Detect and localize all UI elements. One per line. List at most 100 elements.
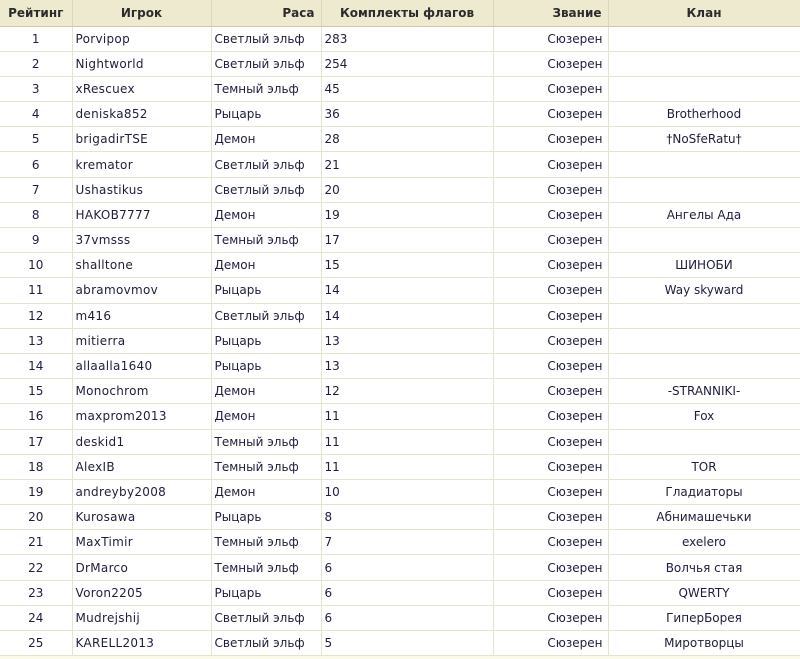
column-header-player[interactable]: Игрок — [72, 0, 212, 27]
player-name-link[interactable]: deskid1 — [72, 429, 212, 455]
table-row: 22 DrMarco Темный эльф 6 Сюзерен Волчья … — [0, 554, 800, 581]
column-header-title[interactable]: Звание — [493, 0, 609, 27]
race-cell: Светлый эльф — [211, 51, 322, 77]
player-name-link[interactable]: AlexIB — [72, 454, 212, 480]
clan-link[interactable] — [608, 429, 800, 455]
clan-link[interactable]: Brotherhood — [608, 101, 800, 128]
player-name-link[interactable]: xRescuex — [72, 76, 212, 103]
player-name-link[interactable]: m416 — [72, 303, 212, 329]
player-name-link[interactable]: 37vmsss — [72, 227, 212, 254]
clan-link[interactable]: ШИНОБИ — [608, 252, 800, 279]
rank-cell: 14 — [0, 353, 73, 380]
flags-count-cell: 13 — [321, 328, 494, 354]
player-name-link[interactable]: allaalla1640 — [72, 353, 212, 380]
table-row: 1 Porvipop Светлый эльф 283 Сюзерен — [0, 26, 800, 52]
rank-cell: 23 — [0, 580, 73, 606]
player-name-link[interactable]: DrMarco — [72, 554, 212, 581]
flags-count-cell: 12 — [321, 378, 494, 405]
player-name-link[interactable]: HAKOB7777 — [72, 202, 212, 229]
clan-link[interactable]: Гладиаторы — [608, 479, 800, 506]
player-name-link[interactable]: Monochrom — [72, 378, 212, 405]
player-name-link[interactable]: Mudrejshij — [72, 605, 212, 632]
title-cell: Сюзерен — [493, 227, 609, 254]
clan-link[interactable]: Волчья стая — [608, 554, 800, 581]
table-row: 25 KARELL2013 Светлый эльф 5 Сюзерен Мир… — [0, 630, 800, 657]
rank-cell: 25 — [0, 630, 73, 657]
player-name-link[interactable]: Kurosawa — [72, 504, 212, 531]
player-name-link[interactable]: maxprom2013 — [72, 403, 212, 430]
clan-link[interactable] — [608, 328, 800, 354]
clan-link[interactable]: †NoSfeRatu† — [608, 126, 800, 153]
player-name-link[interactable]: abramovmov — [72, 277, 212, 304]
flags-count-cell: 14 — [321, 277, 494, 304]
clan-link[interactable]: Way skyward — [608, 277, 800, 304]
table-row: 13 mitierra Рыцарь 13 Сюзерен — [0, 328, 800, 354]
column-header-race[interactable]: Раса — [211, 0, 322, 27]
flags-count-cell: 6 — [321, 580, 494, 606]
clan-link[interactable]: -STRANNIKI- — [608, 378, 800, 405]
player-name-link[interactable]: shalltone — [72, 252, 212, 279]
rank-cell: 24 — [0, 605, 73, 632]
clan-link[interactable]: QWERTY — [608, 580, 800, 606]
rank-cell: 8 — [0, 202, 73, 229]
table-body: 1 Porvipop Светлый эльф 283 Сюзерен 2 Ni… — [0, 26, 800, 657]
player-name-link[interactable]: mitierra — [72, 328, 212, 354]
clan-link[interactable]: Ангелы Ада — [608, 202, 800, 229]
rank-cell: 12 — [0, 303, 73, 329]
clan-link[interactable]: Абнимашечьки — [608, 504, 800, 531]
rank-cell: 6 — [0, 151, 73, 178]
player-name-link[interactable]: andreyby2008 — [72, 479, 212, 506]
title-cell: Сюзерен — [493, 605, 609, 632]
clan-link[interactable] — [608, 151, 800, 178]
table-row: 2 Nightworld Светлый эльф 254 Сюзерен — [0, 51, 800, 77]
rank-cell: 4 — [0, 101, 73, 128]
clan-link[interactable] — [608, 26, 800, 52]
player-name-link[interactable]: Porvipop — [72, 26, 212, 52]
clan-link[interactable] — [608, 177, 800, 203]
title-cell: Сюзерен — [493, 202, 609, 229]
clan-link[interactable] — [608, 227, 800, 254]
table-row: 12 m416 Светлый эльф 14 Сюзерен — [0, 303, 800, 329]
table-row: 20 Kurosawa Рыцарь 8 Сюзерен Абнимашечьк… — [0, 504, 800, 531]
flags-count-cell: 8 — [321, 504, 494, 531]
clan-link[interactable] — [608, 51, 800, 77]
table-row: 15 Monochrom Демон 12 Сюзерен -STRANNIKI… — [0, 378, 800, 405]
table-row: 14 allaalla1640 Рыцарь 13 Сюзерен — [0, 353, 800, 380]
player-name-link[interactable]: brigadirTSE — [72, 126, 212, 153]
table-row: 18 AlexIB Темный эльф 11 Сюзерен TOR — [0, 454, 800, 480]
player-name-link[interactable]: KARELL2013 — [72, 630, 212, 657]
clan-link[interactable]: TOR — [608, 454, 800, 480]
column-header-clan[interactable]: Клан — [608, 0, 800, 27]
clan-link[interactable] — [608, 76, 800, 103]
clan-link[interactable] — [608, 353, 800, 380]
player-name-link[interactable]: Nightworld — [72, 51, 212, 77]
clan-link[interactable]: Миротворцы — [608, 630, 800, 657]
title-cell: Сюзерен — [493, 529, 609, 556]
player-name-link[interactable]: deniska852 — [72, 101, 212, 128]
race-cell: Светлый эльф — [211, 26, 322, 52]
flags-count-cell: 45 — [321, 76, 494, 103]
table-header: Рейтинг Игрок Раса Комплекты флагов Зван… — [0, 0, 800, 27]
race-cell: Демон — [211, 378, 322, 405]
player-name-link[interactable]: Ushastikus — [72, 177, 212, 203]
race-cell: Рыцарь — [211, 328, 322, 354]
clan-link[interactable]: exelero — [608, 529, 800, 556]
flags-count-cell: 21 — [321, 151, 494, 178]
rank-cell: 9 — [0, 227, 73, 254]
column-header-rank[interactable]: Рейтинг — [0, 0, 73, 27]
player-name-link[interactable]: kremator — [72, 151, 212, 178]
rank-cell: 16 — [0, 403, 73, 430]
rank-cell: 5 — [0, 126, 73, 153]
player-name-link[interactable]: MaxTimir — [72, 529, 212, 556]
clan-link[interactable]: ГиперБорея — [608, 605, 800, 632]
race-cell: Светлый эльф — [211, 177, 322, 203]
column-header-flags[interactable]: Комплекты флагов — [321, 0, 494, 27]
title-cell: Сюзерен — [493, 429, 609, 455]
title-cell: Сюзерен — [493, 51, 609, 77]
flags-count-cell: 20 — [321, 177, 494, 203]
clan-link[interactable]: Fox — [608, 403, 800, 430]
clan-link[interactable] — [608, 303, 800, 329]
player-name-link[interactable]: Voron2205 — [72, 580, 212, 606]
table-row: 9 37vmsss Темный эльф 17 Сюзерен — [0, 227, 800, 254]
table-row: 4 deniska852 Рыцарь 36 Сюзерен Brotherho… — [0, 101, 800, 128]
